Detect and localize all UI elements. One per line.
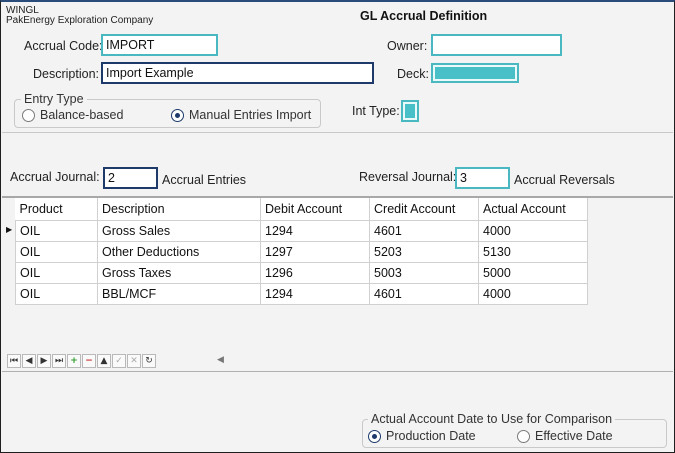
accrual-journal-label: Accrual Journal:	[10, 170, 100, 184]
post-edit-icon[interactable]: ✓	[112, 354, 126, 368]
cell-description[interactable]: Gross Sales	[97, 219, 261, 242]
column-header-credit-account[interactable]: Credit Account	[369, 198, 479, 221]
description-label: Description:	[33, 67, 99, 81]
deck-label: Deck:	[397, 67, 429, 81]
company-name: PakEnergy Exploration Company	[6, 15, 154, 26]
int-type-field[interactable]	[401, 100, 419, 122]
radio-manual-entries-import[interactable]: Manual Entries Import	[171, 108, 311, 122]
accrual-code-label: Accrual Code:	[24, 39, 103, 53]
cell-debit-account[interactable]: 1294	[260, 219, 370, 242]
radio-circle-manual-entries-import[interactable]	[171, 108, 184, 122]
column-header-product[interactable]: Product	[15, 198, 98, 221]
column-header-description[interactable]: Description	[97, 198, 261, 221]
cell-description[interactable]: Gross Taxes	[97, 261, 261, 284]
refresh-icon[interactable]: ↻	[142, 354, 156, 368]
cell-debit-account[interactable]: 1297	[260, 240, 370, 263]
radio-label-balance-based: Balance-based	[40, 108, 124, 122]
comparison-date-legend: Actual Account Date to Use for Compariso…	[368, 412, 616, 426]
cell-actual-account[interactable]: 4000	[478, 282, 588, 305]
column-header-actual-account[interactable]: Actual Account	[478, 198, 588, 221]
reversal-journal-label: Reversal Journal:	[359, 170, 457, 184]
window: WINGL PakEnergy Exploration Company GL A…	[0, 0, 675, 453]
radio-balance-based[interactable]: Balance-based	[22, 108, 123, 122]
radio-circle-balance-based[interactable]	[22, 108, 35, 122]
radio-effective-date[interactable]: Effective Date	[517, 429, 613, 443]
divider	[2, 132, 673, 133]
entry-type-legend: Entry Type	[21, 92, 87, 106]
radio-label-effective-date: Effective Date	[535, 429, 613, 443]
edit-record-icon[interactable]: ▲	[97, 354, 111, 368]
int-type-label: Int Type:	[352, 104, 400, 118]
cell-debit-account[interactable]: 1296	[260, 261, 370, 284]
cell-debit-account[interactable]: 1294	[260, 282, 370, 305]
owner-field[interactable]	[431, 34, 562, 56]
accrual-lines-grid: Product Description Debit Account Credit…	[15, 198, 588, 305]
radio-circle-production-date[interactable]	[368, 429, 381, 443]
previous-record-icon[interactable]: ◀	[22, 354, 36, 368]
cell-actual-account[interactable]: 5000	[478, 261, 588, 284]
next-record-icon[interactable]: ▶	[37, 354, 51, 368]
cell-description[interactable]: BBL/MCF	[97, 282, 261, 305]
owner-label: Owner:	[387, 39, 428, 53]
radio-label-manual-entries-import: Manual Entries Import	[189, 108, 312, 122]
deck-field[interactable]	[431, 63, 519, 83]
record-navigator: ⏮ ◀ ▶ ⏭ + − ▲ ✓ ✕ ↻	[7, 354, 156, 368]
accrual-code-field[interactable]: IMPORT	[101, 34, 218, 56]
radio-label-production-date: Production Date	[386, 429, 476, 443]
grid-header-row: Product Description Debit Account Credit…	[15, 198, 588, 221]
radio-production-date[interactable]: Production Date	[368, 429, 476, 443]
description-field[interactable]: Import Example	[101, 62, 374, 84]
add-record-icon[interactable]: +	[67, 354, 81, 368]
table-row[interactable]: OIL Other Deductions 1297 5203 5130	[15, 240, 588, 263]
cell-credit-account[interactable]: 4601	[369, 282, 479, 305]
table-row[interactable]: OIL BBL/MCF 1294 4601 4000	[15, 282, 588, 305]
cell-description[interactable]: Other Deductions	[97, 240, 261, 263]
cell-credit-account[interactable]: 4601	[369, 219, 479, 242]
scroll-left-icon[interactable]: ◀	[217, 355, 224, 365]
current-row-indicator-icon: ▶	[6, 225, 13, 234]
first-record-icon[interactable]: ⏮	[7, 354, 21, 368]
page-title: GL Accrual Definition	[360, 9, 488, 23]
radio-circle-effective-date[interactable]	[517, 429, 530, 443]
cell-product[interactable]: OIL	[15, 219, 98, 242]
cell-product[interactable]: OIL	[15, 282, 98, 305]
delete-record-icon[interactable]: −	[82, 354, 96, 368]
reversal-journal-field[interactable]: 3	[455, 167, 510, 189]
cell-actual-account[interactable]: 4000	[478, 219, 588, 242]
last-record-icon[interactable]: ⏭	[52, 354, 66, 368]
cell-actual-account[interactable]: 5130	[478, 240, 588, 263]
cancel-edit-icon[interactable]: ✕	[127, 354, 141, 368]
navigator-divider	[2, 371, 673, 372]
reversal-journal-desc: Accrual Reversals	[514, 173, 615, 187]
table-row[interactable]: OIL Gross Sales 1294 4601 4000	[15, 219, 588, 242]
cell-product[interactable]: OIL	[15, 261, 98, 284]
accrual-journal-field[interactable]: 2	[103, 167, 158, 189]
column-header-debit-account[interactable]: Debit Account	[260, 198, 370, 221]
cell-credit-account[interactable]: 5203	[369, 240, 479, 263]
table-row[interactable]: OIL Gross Taxes 1296 5003 5000	[15, 261, 588, 284]
accrual-journal-desc: Accrual Entries	[162, 173, 247, 187]
cell-product[interactable]: OIL	[15, 240, 98, 263]
cell-credit-account[interactable]: 5003	[369, 261, 479, 284]
